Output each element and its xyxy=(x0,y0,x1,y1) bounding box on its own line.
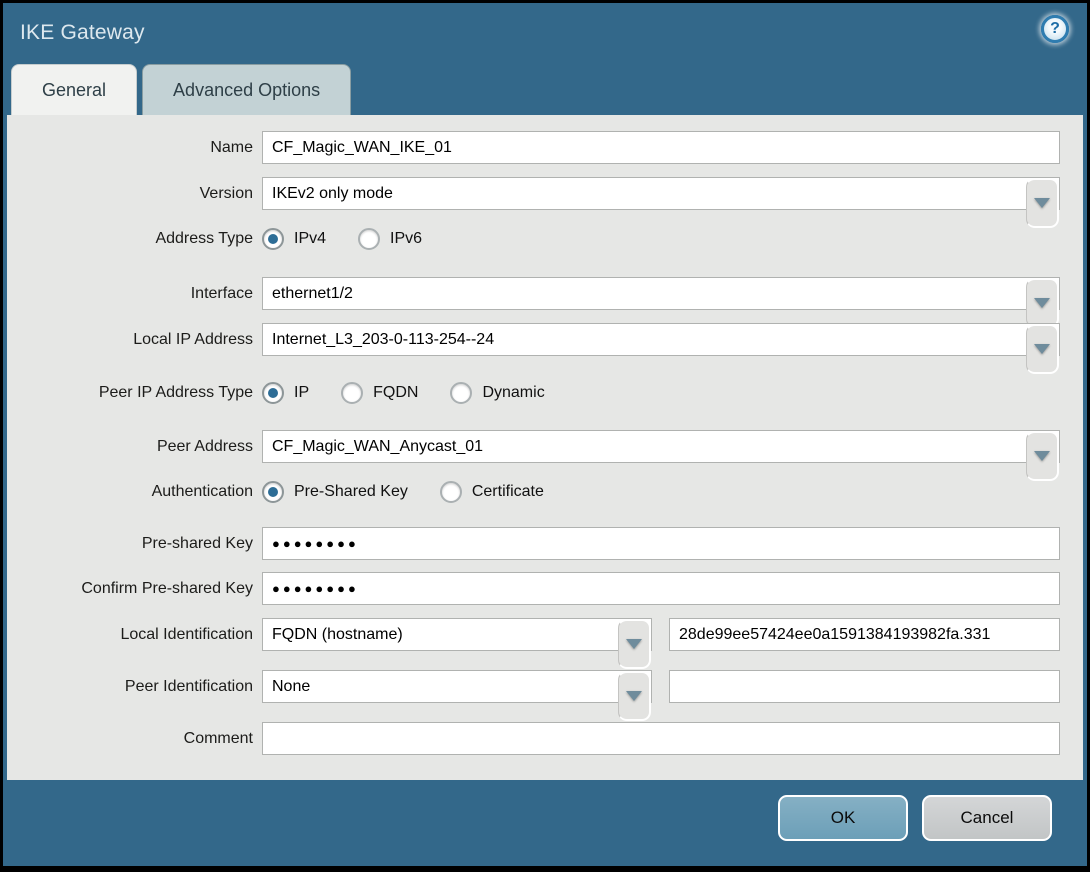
address-type-radio-ipv6[interactable]: IPv6 xyxy=(358,228,422,250)
dialog-title: IKE Gateway xyxy=(20,21,145,44)
local-identification-label: Local Identification xyxy=(120,625,253,643)
peer-identification-value-input[interactable] xyxy=(669,670,1060,703)
local-identification-dropdown-button[interactable] xyxy=(618,619,651,669)
peer-address-dropdown-button[interactable] xyxy=(1026,431,1059,481)
peer-ip-type-radio-dynamic[interactable]: Dynamic xyxy=(450,382,545,404)
confirm-pre-shared-key-input[interactable] xyxy=(262,572,1060,605)
peer-address-value: CF_Magic_WAN_Anycast_01 xyxy=(272,437,484,455)
peer-address-label: Peer Address xyxy=(156,437,253,455)
address-type-radio-ipv4[interactable]: IPv4 xyxy=(262,228,326,250)
radio-selected-icon xyxy=(262,382,284,404)
peer-identification-label: Peer Identification xyxy=(124,677,253,695)
local-ip-address-select[interactable]: Internet_L3_203-0-113-254--24 xyxy=(262,323,1060,374)
peer-identification-dropdown-button[interactable] xyxy=(618,671,651,721)
radio-unselected-icon xyxy=(439,481,462,503)
version-row: Version IKEv2 only mode xyxy=(7,177,1060,228)
radio-selected-icon xyxy=(262,228,284,250)
tab-general[interactable]: General xyxy=(11,64,138,115)
name-input[interactable] xyxy=(262,131,1060,164)
interface-dropdown-button[interactable] xyxy=(1026,278,1059,328)
pre-shared-key-label: Pre-shared Key xyxy=(141,534,253,552)
version-dropdown-button[interactable] xyxy=(1026,178,1059,228)
local-ip-address-value: Internet_L3_203-0-113-254--24 xyxy=(272,330,495,348)
comment-row: Comment xyxy=(7,722,1060,755)
local-identification-value-input[interactable] xyxy=(669,618,1060,651)
peer-ip-address-type-row: Peer IP Address Type IP FQDN Dynamic xyxy=(7,379,1060,407)
chevron-down-icon xyxy=(626,639,642,649)
version-label: Version xyxy=(199,184,253,202)
comment-input[interactable] xyxy=(262,722,1060,755)
ike-gateway-dialog: IKE Gateway ? General Advanced Options N… xyxy=(3,3,1087,866)
radio-unselected-icon xyxy=(450,382,473,404)
peer-address-row: Peer Address CF_Magic_WAN_Anycast_01 xyxy=(7,430,1060,481)
confirm-pre-shared-key-row: Confirm Pre-shared Key xyxy=(7,572,1060,605)
interface-value: ethernet1/2 xyxy=(272,284,353,302)
dialog-titlebar: IKE Gateway ? xyxy=(3,3,1087,63)
chevron-down-icon xyxy=(1034,451,1050,461)
authentication-radio-certificate[interactable]: Certificate xyxy=(439,481,544,503)
local-ip-address-label: Local IP Address xyxy=(133,330,253,348)
local-identification-row: Local Identification FQDN (hostname) xyxy=(7,618,1060,669)
general-tab-panel: Name Version IKEv2 only mode Address Typ… xyxy=(7,115,1083,780)
address-type-row: Address Type IPv4 IPv6 xyxy=(7,225,1060,253)
pre-shared-key-row: Pre-shared Key xyxy=(7,527,1060,560)
peer-identification-type-value: None xyxy=(272,677,311,695)
chevron-down-icon xyxy=(626,691,642,701)
chevron-down-icon xyxy=(1034,344,1050,354)
cancel-button[interactable]: Cancel xyxy=(922,795,1052,841)
dialog-footer: OK Cancel xyxy=(3,780,1087,872)
confirm-pre-shared-key-label: Confirm Pre-shared Key xyxy=(81,579,253,597)
radio-unselected-icon xyxy=(341,382,364,404)
version-select[interactable]: IKEv2 only mode xyxy=(262,177,1060,228)
interface-select[interactable]: ethernet1/2 xyxy=(262,277,1060,328)
local-identification-type-value: FQDN (hostname) xyxy=(272,625,403,643)
comment-label: Comment xyxy=(183,729,253,747)
radio-unselected-icon xyxy=(358,228,381,250)
peer-identification-row: Peer Identification None xyxy=(7,670,1060,721)
peer-identification-type-select[interactable]: None xyxy=(262,670,652,721)
chevron-down-icon xyxy=(1034,298,1050,308)
help-icon[interactable]: ? xyxy=(1041,15,1069,43)
tab-advanced-options[interactable]: Advanced Options xyxy=(142,64,352,115)
authentication-label: Authentication xyxy=(151,483,253,500)
name-row: Name xyxy=(7,131,1060,164)
version-value: IKEv2 only mode xyxy=(272,184,393,202)
local-identification-type-select[interactable]: FQDN (hostname) xyxy=(262,618,652,669)
chevron-down-icon xyxy=(1034,198,1050,208)
peer-ip-address-type-label: Peer IP Address Type xyxy=(98,384,253,401)
name-label: Name xyxy=(210,138,253,156)
tab-bar: General Advanced Options xyxy=(3,63,1087,115)
local-ip-address-row: Local IP Address Internet_L3_203-0-113-2… xyxy=(7,323,1060,374)
interface-label: Interface xyxy=(190,284,253,302)
authentication-row: Authentication Pre-Shared Key Certificat… xyxy=(7,478,1060,506)
peer-ip-type-radio-fqdn[interactable]: FQDN xyxy=(341,382,418,404)
address-type-label: Address Type xyxy=(155,230,253,247)
pre-shared-key-input[interactable] xyxy=(262,527,1060,560)
interface-row: Interface ethernet1/2 xyxy=(7,277,1060,328)
authentication-radio-pre-shared-key[interactable]: Pre-Shared Key xyxy=(262,481,408,503)
peer-ip-type-radio-ip[interactable]: IP xyxy=(262,382,309,404)
peer-address-select[interactable]: CF_Magic_WAN_Anycast_01 xyxy=(262,430,1060,481)
local-ip-address-dropdown-button[interactable] xyxy=(1026,324,1059,374)
radio-selected-icon xyxy=(262,481,284,503)
ok-button[interactable]: OK xyxy=(778,795,908,841)
